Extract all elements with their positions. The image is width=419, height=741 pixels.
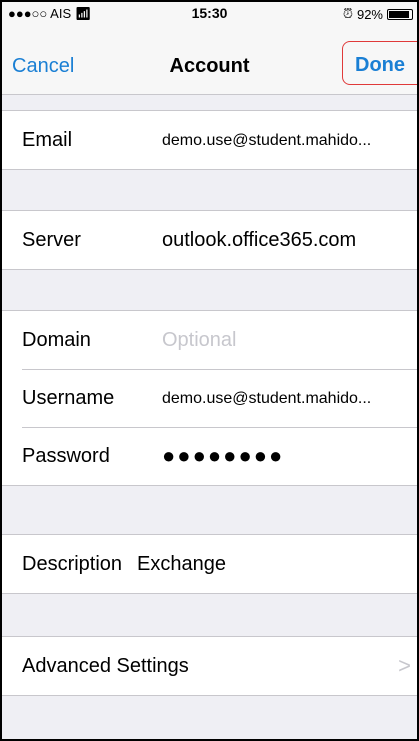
password-row[interactable]: Password ●●●●●●●● xyxy=(2,427,417,485)
cancel-button[interactable]: Cancel xyxy=(12,55,74,78)
server-field[interactable]: outlook.office365.com xyxy=(162,229,356,252)
domain-label: Domain xyxy=(22,329,91,351)
screen: ●●●○○ AIS 📶︎ 15:30 ⏰︎ 92% Cancel Account… xyxy=(2,2,417,739)
status-right: ⏰︎ 92% xyxy=(343,6,413,22)
battery-percent: 92% xyxy=(356,6,383,22)
server-label: Server xyxy=(22,229,81,251)
description-group: Description Exchange xyxy=(2,534,417,594)
username-field[interactable]: demo.use@student.mahido... xyxy=(162,390,371,408)
alarm-icon: ⏰︎ xyxy=(342,6,353,21)
advanced-settings-row[interactable]: Advanced Settings > xyxy=(2,637,417,695)
battery-icon xyxy=(387,8,413,20)
status-bar: ●●●○○ AIS 📶︎ 15:30 ⏰︎ 92% xyxy=(2,2,417,24)
domain-field[interactable]: Optional xyxy=(162,329,237,352)
done-button-label: Done xyxy=(355,54,405,76)
domain-row[interactable]: Domain Optional xyxy=(2,311,417,369)
description-field[interactable]: Exchange xyxy=(137,553,226,576)
advanced-group: Advanced Settings > xyxy=(2,636,417,696)
password-label: Password xyxy=(22,445,110,467)
battery-fill xyxy=(389,10,410,18)
navigation-bar: Cancel Account Done xyxy=(2,24,417,95)
advanced-settings-label: Advanced Settings xyxy=(22,655,189,677)
server-row[interactable]: Server outlook.office365.com xyxy=(2,211,417,269)
password-field[interactable]: ●●●●●●●● xyxy=(162,443,284,469)
email-field[interactable]: demo.use@student.mahido... xyxy=(162,132,371,150)
description-row[interactable]: Description Exchange xyxy=(2,535,417,593)
username-label: Username xyxy=(22,387,115,409)
credentials-group: Domain Optional Username demo.use@studen… xyxy=(2,310,417,486)
done-button[interactable]: Done xyxy=(342,41,417,85)
email-group: Email demo.use@student.mahido... xyxy=(2,110,417,170)
username-row[interactable]: Username demo.use@student.mahido... xyxy=(2,369,417,427)
description-label: Description xyxy=(22,553,123,575)
email-row[interactable]: Email demo.use@student.mahido... xyxy=(2,111,417,169)
chevron-right-icon: > xyxy=(398,653,411,678)
server-group: Server outlook.office365.com xyxy=(2,210,417,270)
email-label: Email xyxy=(22,129,73,151)
